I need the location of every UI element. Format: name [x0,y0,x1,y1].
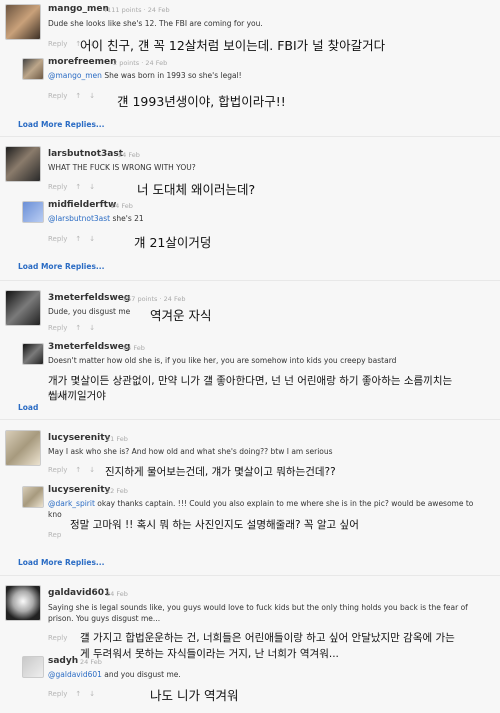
comment-username[interactable]: lucyserenity [48,485,110,495]
load-more-replies-link[interactable]: Load More Replies... [18,558,104,567]
comment-text: Saying she is legal sounds like, you guy… [48,603,468,612]
comment-meta: 257 points · 24 Feb [123,295,186,303]
comment-text: @galdavid601 and you disgust me. [48,670,181,679]
comment-meta: 24 Feb [80,658,102,666]
comment-username[interactable]: mango_men [48,4,109,14]
comment-text-rest: she's 21 [110,214,144,223]
korean-translation-cont: 씹새끼일거야 [48,390,106,402]
downvote-icon[interactable]: ↓ [89,324,95,332]
korean-translation: 역겨운 자식 [150,308,212,323]
comment-text: @dark_spirit okay thanks captain. !!! Co… [48,499,473,508]
comment-text: Dude she looks like she's 12. The FBI ar… [48,19,263,28]
comment-username[interactable]: sadyh [48,656,78,666]
reply-button[interactable]: Reply [48,634,67,642]
comment-text-rest: She was born in 1993 so she's legal! [101,71,242,80]
korean-translation: 개가 몇살이든 상관없이, 만약 니가 걜 좋아한다면, 넌 넌 어린애랑 하기… [48,375,453,387]
avatar[interactable] [5,290,41,326]
divider [0,575,500,576]
divider [0,136,500,137]
korean-translation: 나도 니가 역겨워 [150,688,239,703]
mention-link[interactable]: @mango_men [48,71,102,80]
korean-translation: 너 도대체 왜이러는데? [137,182,256,197]
upvote-icon[interactable]: ↑ [75,235,81,243]
comment-meta: 24 Feb [118,151,140,159]
comment-text-cont: prison. You guys disgust me... [48,614,161,623]
comment-text: WHAT THE FUCK IS WRONG WITH YOU? [48,163,196,172]
avatar[interactable] [5,430,41,466]
comment-meta: 24 Feb [106,590,128,598]
comment-actions: Reply ↑ ↓ [48,235,103,243]
comment-actions: Reply [48,634,75,642]
comment-actions: Rep [48,531,69,539]
downvote-icon[interactable]: ↓ [89,92,95,100]
reply-button[interactable]: Reply [48,690,67,698]
comment-username[interactable]: morefreemen [48,57,117,67]
upvote-icon[interactable]: ↑ [75,92,81,100]
downvote-icon[interactable]: ↓ [89,235,95,243]
comment-username[interactable]: 3meterfeldsweg [48,293,130,303]
comment-text: Dude, you disgust me [48,307,131,316]
avatar[interactable] [5,585,41,621]
comment-text: @larsbutnot3ast she's 21 [48,214,144,223]
comment-actions: Reply ↑ ↓ [48,690,103,698]
korean-translation-cont: 게 두려워서 못하는 자식들이라는 거지, 난 너희가 역겨워... [80,648,339,660]
upvote-icon[interactable]: ↑ [75,466,81,474]
korean-translation: 진지하게 물어보는건데, 걔가 몇살이고 뭐하는건데?? [105,466,336,478]
comment-text: May I ask who she is? And how old and wh… [48,447,333,456]
avatar[interactable] [22,58,44,80]
reply-button[interactable]: Reply [48,40,67,48]
reply-button[interactable]: Rep [48,531,61,539]
avatar[interactable] [22,656,44,678]
avatar[interactable] [22,486,44,508]
comment-username[interactable]: larsbutnot3ast [48,149,123,159]
comment-username[interactable]: galdavid601 [48,588,110,598]
comment-meta: 22 Feb [106,487,128,495]
downvote-icon[interactable]: ↓ [89,183,95,191]
upvote-icon[interactable]: ↑ [75,690,81,698]
korean-translation: 어이 친구, 걘 꼭 12살처럼 보이는데. FBI가 널 찾아갈거다 [80,38,386,53]
comment-username[interactable]: 3meterfeldsweg [48,342,130,352]
comment-username[interactable]: lucyserenity [48,433,110,443]
comment-username[interactable]: midfielderftw [48,200,116,210]
mention-link[interactable]: @galdavid601 [48,670,102,679]
downvote-icon[interactable]: ↓ [89,466,95,474]
upvote-icon[interactable]: ↑ [75,324,81,332]
reply-button[interactable]: Reply [48,92,67,100]
comment-actions: Reply ↑ ↓ [48,92,103,100]
divider [0,280,500,281]
korean-translation: 정말 고마워 !! 혹시 뭐 하는 사진인지도 설명해줄래? 꼭 알고 싶어 [70,519,359,531]
avatar[interactable] [22,343,44,365]
comment-text-cont: kno [48,510,62,519]
avatar[interactable] [5,4,41,40]
korean-translation: 걔 21살이거덩 [134,235,212,250]
comment-actions: Reply ↑ ↓ [48,183,103,191]
avatar[interactable] [22,201,44,223]
korean-translation: 걜 가지고 합법운운하는 건, 너희들은 어린애들이랑 하고 싶어 안달났지만 … [80,632,455,644]
comment-meta: 21 Feb [106,435,128,443]
comment-actions: Reply ↑ ↓ [48,466,103,474]
divider [0,419,500,420]
load-more-replies-link[interactable]: Load More Replies... [18,262,104,271]
load-more-replies-link[interactable]: Load [18,403,38,412]
downvote-icon[interactable]: ↓ [89,690,95,698]
comment-meta: 4111 points · 24 Feb [103,6,170,14]
comment-text-rest: and you disgust me. [101,670,181,679]
mention-link[interactable]: @dark_spirit [48,499,95,508]
reply-button[interactable]: Reply [48,324,67,332]
comment-meta: 2 points · 24 Feb [113,59,168,67]
comment-text: Doesn't matter how old she is, if you li… [48,356,397,365]
reply-button[interactable]: Reply [48,183,67,191]
comment-text: @mango_men She was born in 1993 so she's… [48,71,242,80]
korean-translation: 걘 1993년생이야, 합법이라구!! [117,94,286,109]
load-more-replies-link[interactable]: Load More Replies... [18,120,104,129]
comment-actions: Reply ↑ ↓ [48,324,103,332]
comment-meta: 24 Feb [111,202,133,210]
comment-meta: 24 Feb [123,344,145,352]
upvote-icon[interactable]: ↑ [75,183,81,191]
reply-button[interactable]: Reply [48,235,67,243]
comment-text-rest: okay thanks captain. !!! Could you also … [94,499,474,508]
mention-link[interactable]: @larsbutnot3ast [48,214,110,223]
reply-button[interactable]: Reply [48,466,67,474]
avatar[interactable] [5,146,41,182]
